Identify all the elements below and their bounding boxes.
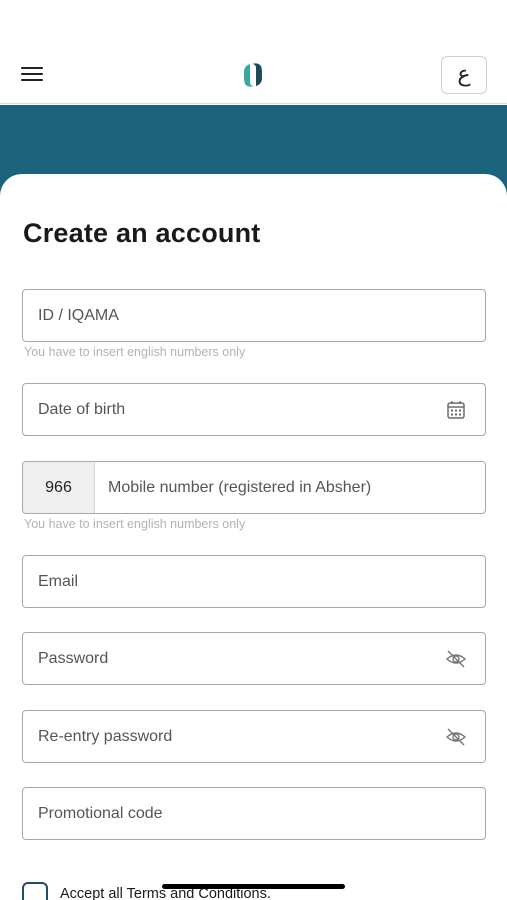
date-of-birth-input[interactable] [38, 384, 438, 435]
mobile-helper-text: You have to insert english numbers only [24, 517, 246, 531]
top-app-bar: ع [0, 0, 507, 104]
terms-checkbox[interactable] [22, 882, 48, 900]
eye-slash-icon[interactable] [445, 726, 467, 748]
app-logo [244, 63, 262, 87]
id-iqama-input[interactable] [38, 290, 438, 341]
re-entry-password-input[interactable] [38, 711, 438, 762]
mobile-number-field[interactable]: 966 [22, 461, 486, 514]
email-input[interactable] [38, 556, 438, 607]
eye-slash-icon[interactable] [445, 648, 467, 670]
promotional-code-field[interactable] [22, 787, 486, 840]
country-code-prefix: 966 [23, 462, 95, 513]
page-title: Create an account [23, 218, 261, 248]
re-entry-password-field[interactable] [22, 710, 486, 763]
email-field[interactable] [22, 555, 486, 608]
promotional-code-input[interactable] [38, 788, 438, 839]
id-helper-text: You have to insert english numbers only [24, 345, 246, 359]
language-toggle-button[interactable]: ع [441, 56, 487, 94]
home-indicator [162, 884, 345, 889]
hamburger-menu-icon[interactable] [20, 62, 46, 86]
id-iqama-field[interactable] [22, 289, 486, 342]
password-field[interactable] [22, 632, 486, 685]
mobile-number-input[interactable] [108, 462, 478, 513]
date-of-birth-field[interactable] [22, 383, 486, 436]
calendar-icon[interactable] [445, 399, 467, 421]
password-input[interactable] [38, 633, 438, 684]
